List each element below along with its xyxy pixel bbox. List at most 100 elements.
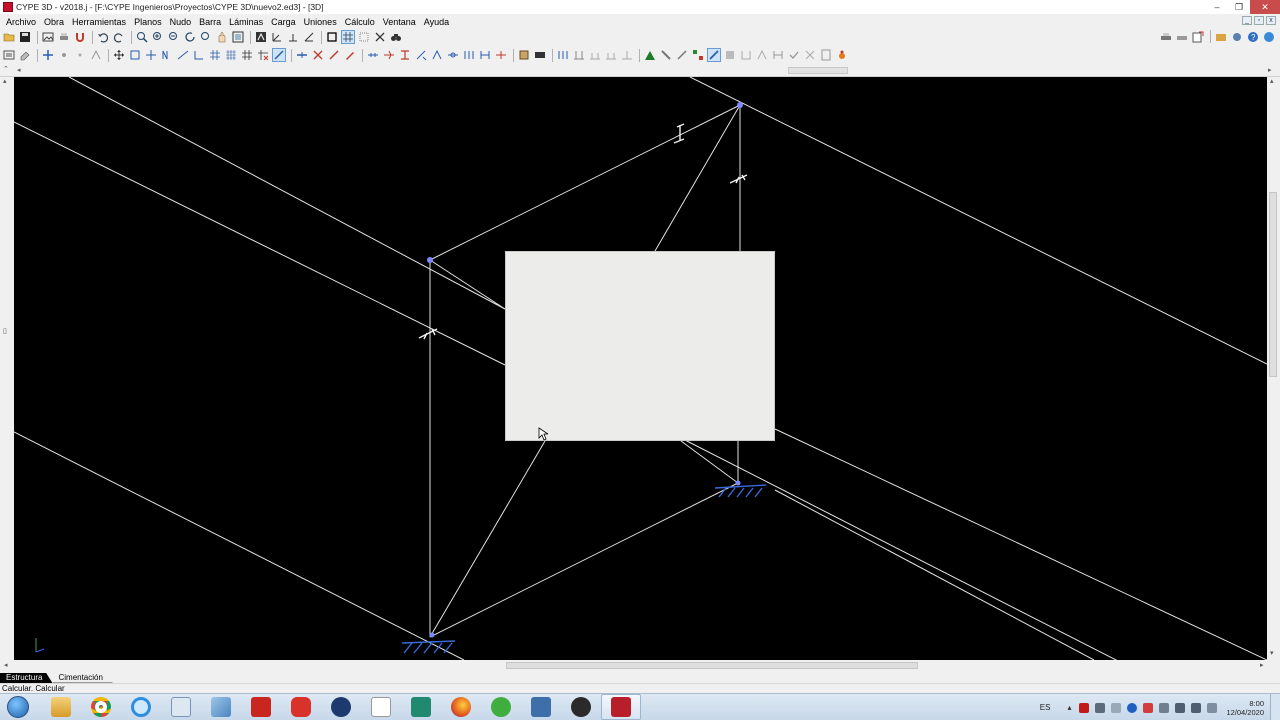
bug-icon[interactable] [835,48,849,62]
network-tray-icon[interactable] [1175,702,1186,713]
pan-hand-icon[interactable] [215,30,229,44]
power-taskbar-icon[interactable] [321,694,361,720]
scroll-up-arrow-icon[interactable]: ▴ [1270,77,1274,85]
load-delete-icon[interactable] [604,48,618,62]
show-hidden-icon[interactable]: ▴ [1067,703,1073,713]
node-grid-icon[interactable] [240,48,254,62]
grid-dense-icon[interactable] [224,48,238,62]
gutter-up-arrow-icon[interactable]: ▴ [3,77,7,85]
load-node-icon[interactable] [556,48,570,62]
zoom-window-icon[interactable] [135,30,149,44]
move-icon[interactable] [112,48,126,62]
section-icon[interactable] [366,48,380,62]
undo-icon[interactable] [96,30,110,44]
load-edit-icon[interactable] [620,48,634,62]
doc-close-button[interactable]: x [1266,16,1276,25]
new-node-icon[interactable] [41,48,55,62]
screen-capture-taskbar-icon[interactable] [521,694,561,720]
node-move-icon[interactable] [57,48,71,62]
viewport-3d[interactable] [14,77,1267,660]
file-manager-taskbar-icon[interactable] [161,694,201,720]
grid-toggle-icon[interactable] [341,30,355,44]
show-desktop-button[interactable] [1270,694,1280,720]
ruler-right-arrow-icon[interactable]: ▸ [1268,66,1272,74]
refresh-icon[interactable] [183,30,197,44]
bluetooth-tray-icon[interactable] [1127,702,1138,713]
menu-obra[interactable]: Obra [40,17,68,27]
calculate-icon[interactable] [707,48,721,62]
power-tray-icon[interactable] [1207,702,1218,713]
cad-taskbar-icon[interactable] [401,694,441,720]
break-bar-icon[interactable] [176,48,190,62]
sync-taskbar-icon[interactable] [481,694,521,720]
eraser-icon[interactable] [18,48,32,62]
zoom-in-icon[interactable] [167,30,181,44]
view-3d-icon[interactable] [254,30,268,44]
material-icon[interactable] [430,48,444,62]
check-icon[interactable] [787,48,801,62]
open-folder-icon[interactable] [2,30,16,44]
connection-icon[interactable] [691,48,705,62]
scale-icon[interactable] [128,48,142,62]
menu-ventana[interactable]: Ventana [379,17,420,27]
scroll-down-arrow-icon[interactable]: ▾ [1270,649,1274,657]
settings-icon[interactable] [1230,30,1244,44]
bar-snap-icon[interactable] [272,48,286,62]
export-icon[interactable] [1191,30,1205,44]
horizontal-scrollbar[interactable]: ◂ ▸ [0,660,1280,672]
menu-ayuda[interactable]: Ayuda [420,17,453,27]
scroll-left-arrow-icon[interactable]: ◂ [4,661,8,669]
group-bars-icon[interactable] [462,48,476,62]
deformed-icon[interactable] [739,48,753,62]
maximize-button[interactable]: ❐ [1228,0,1250,14]
ruler-thumb[interactable] [788,67,848,74]
start-button[interactable] [3,695,33,720]
cut-bars-icon[interactable] [494,48,508,62]
node-small-icon[interactable] [73,48,87,62]
language-indicator[interactable]: ES [1040,703,1051,712]
tab-estructura[interactable]: Estructura [0,673,53,683]
menu-nudo[interactable]: Nudo [166,17,196,27]
binoculars-icon[interactable] [389,30,403,44]
magnet-icon[interactable] [73,30,87,44]
layers-icon[interactable] [357,30,371,44]
doc-minimize-button[interactable]: _ [1242,16,1252,25]
delete-bar-icon[interactable] [311,48,325,62]
buckling-icon[interactable] [382,48,396,62]
results-icon[interactable] [723,48,737,62]
mirror-icon[interactable] [160,48,174,62]
plate-icon[interactable] [517,48,531,62]
optimize-icon[interactable] [803,48,817,62]
document-taskbar-icon[interactable] [361,694,401,720]
grid-icon[interactable] [208,48,222,62]
vertical-scrollbar[interactable]: ▴ ▾ [1267,77,1280,660]
rectangle-icon[interactable] [325,30,339,44]
foundation-green-icon[interactable] [643,48,657,62]
display-tray-icon[interactable] [1159,702,1170,713]
onedrive-tray-icon[interactable] [1111,702,1122,713]
delete-grid-icon[interactable] [256,48,270,62]
obs-taskbar-icon[interactable] [561,694,601,720]
foundation-gray-icon[interactable] [659,48,673,62]
gutter-grip-icon[interactable]: ▯ [3,327,7,335]
sketchup-taskbar-icon[interactable] [281,694,321,720]
load-bar-icon[interactable] [572,48,586,62]
axis-icon[interactable] [270,30,284,44]
stretch-icon[interactable] [144,48,158,62]
image-icon[interactable] [41,30,55,44]
stress-icon[interactable] [771,48,785,62]
horizontal-scroll-thumb[interactable] [506,662,918,669]
load-surface-icon[interactable] [588,48,602,62]
window-view-icon[interactable] [231,30,245,44]
minimize-button[interactable]: – [1206,0,1228,14]
menu-carga[interactable]: Carga [267,17,300,27]
close-button[interactable]: ✕ [1250,0,1280,14]
web-icon[interactable] [1262,30,1276,44]
cype-taskbar-icon[interactable] [601,694,641,720]
help-icon[interactable]: ? [1246,30,1260,44]
extend-bar-icon[interactable] [192,48,206,62]
describe-bar-icon[interactable] [327,48,341,62]
zoom-out-icon[interactable] [199,30,213,44]
update-tray-icon[interactable] [1143,702,1154,713]
clock[interactable]: 8:00 12/04/2020 [1226,699,1264,717]
